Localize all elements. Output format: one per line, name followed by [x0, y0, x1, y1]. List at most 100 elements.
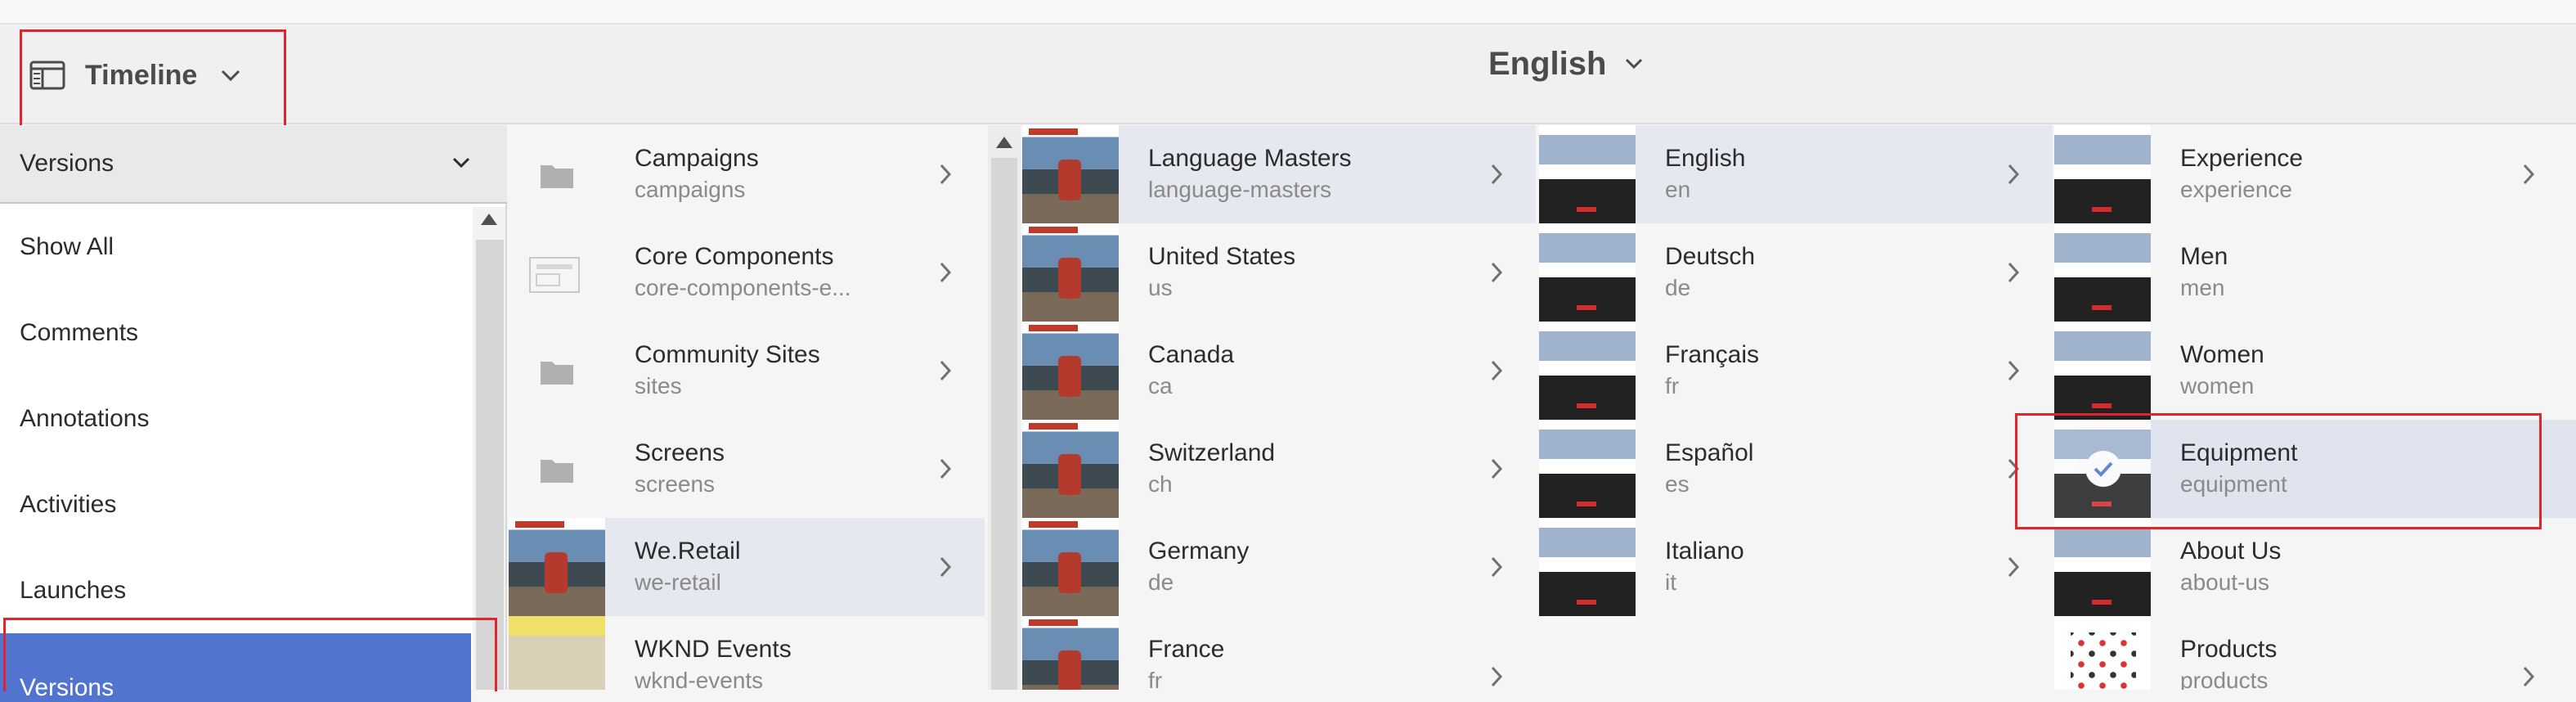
page-thumbnail: [1539, 223, 1636, 322]
list-item-francais[interactable]: Français fr: [1539, 322, 2053, 420]
chevron-right-icon[interactable]: [1490, 163, 1503, 186]
page-thumbnail: [1022, 420, 1119, 518]
chevron-down-icon: [1626, 58, 1643, 70]
chevron-right-icon[interactable]: [939, 359, 952, 382]
list-item-language-masters[interactable]: Language Masters language-masters: [1022, 125, 1536, 223]
folder-icon: [541, 165, 573, 188]
page-thumbnail: [1022, 322, 1119, 420]
chevron-right-icon[interactable]: [1490, 359, 1503, 382]
page-thumbnail: [2054, 125, 2151, 223]
list-item-united-states[interactable]: United States us: [1022, 223, 1536, 322]
item-title: Community Sites: [635, 341, 820, 368]
list-item-core-components[interactable]: Core Components core-components-e...: [509, 223, 985, 322]
highlight-timeline: [20, 29, 286, 131]
list-item-switzerland[interactable]: Switzerland ch: [1022, 420, 1536, 518]
chevron-right-icon[interactable]: [939, 261, 952, 284]
item-title: Español: [1665, 439, 1754, 466]
item-name: ca: [1148, 373, 1173, 398]
list-item-deutsch[interactable]: Deutsch de: [1539, 223, 2053, 322]
item-title: Français: [1665, 341, 1760, 368]
item-name: experience: [2180, 177, 2292, 202]
item-name: us: [1148, 275, 1173, 300]
list-item-women[interactable]: Women women: [2054, 322, 2576, 420]
scrollbar-thumb[interactable]: [991, 158, 1017, 690]
item-title: Switzerland: [1148, 439, 1276, 466]
item-name: screens: [635, 471, 716, 497]
chevron-right-icon[interactable]: [2522, 163, 2535, 186]
page-thumbnail: [1022, 616, 1119, 690]
column-sites: Campaigns campaigns Core Components core-c…: [509, 125, 985, 690]
item-name: women: [2180, 373, 2255, 398]
list-item-about-us[interactable]: About Us about-us: [2054, 518, 2576, 616]
item-title: Women: [2180, 341, 2264, 368]
list-item-community-sites[interactable]: Community Sites sites: [509, 322, 985, 420]
chevron-right-icon[interactable]: [2007, 261, 2020, 284]
page-thumbnail: [1022, 518, 1119, 616]
item-title: We.Retail: [635, 538, 741, 565]
folder-icon: [541, 362, 573, 385]
item-name: de: [1665, 275, 1691, 300]
chevron-right-icon[interactable]: [1490, 457, 1503, 480]
item-name: ch: [1148, 471, 1173, 497]
chevron-right-icon[interactable]: [1490, 665, 1503, 688]
list-item-wknd-events[interactable]: WKND Events wknd-events: [509, 616, 985, 690]
list-item-canada[interactable]: Canada ca: [1022, 322, 1536, 420]
item-title: Language Masters: [1148, 145, 1352, 172]
list-item-experience[interactable]: Experience experience: [2054, 125, 2576, 223]
item-name: men: [2180, 275, 2225, 300]
item-title: Canada: [1148, 341, 1235, 368]
page-thumbnail: [2054, 518, 2151, 616]
list-item-germany[interactable]: Germany de: [1022, 518, 1536, 616]
chevron-right-icon[interactable]: [939, 163, 952, 186]
filter-select-value: Versions: [20, 150, 114, 177]
language-title: English: [1488, 45, 1607, 82]
list-item-campaigns[interactable]: Campaigns campaigns: [509, 125, 985, 223]
list-item-men[interactable]: Men men: [2054, 223, 2576, 322]
chevron-down-icon: [452, 157, 470, 169]
list-item-screens[interactable]: Screens screens: [509, 420, 985, 518]
option-show-all[interactable]: Show All: [0, 204, 471, 290]
option-comments[interactable]: Comments: [0, 290, 471, 376]
filter-select[interactable]: Versions: [0, 125, 507, 204]
scroll-up-arrow-icon[interactable]: [481, 214, 497, 225]
item-title: Screens: [635, 439, 725, 466]
list-item-we-retail[interactable]: We.Retail we-retail: [509, 518, 985, 616]
chevron-right-icon[interactable]: [939, 457, 952, 480]
item-title: Men: [2180, 243, 2228, 270]
item-name: en: [1665, 177, 1691, 202]
column-pages: Experience experience Men men Women women E…: [2054, 125, 2576, 690]
column-scrollbar[interactable]: [988, 125, 1021, 690]
chevron-right-icon[interactable]: [1490, 261, 1503, 284]
item-name: fr: [1665, 373, 1680, 398]
scroll-up-arrow-icon[interactable]: [996, 137, 1012, 148]
page-thumbnail: [1539, 420, 1636, 518]
list-item-italiano[interactable]: Italiano it: [1539, 518, 2053, 616]
timeline-rail: Versions Show All Comments Annotations A…: [0, 125, 507, 702]
page-thumbnail: [1539, 125, 1636, 223]
item-name: campaigns: [635, 177, 746, 202]
chevron-right-icon[interactable]: [939, 556, 952, 578]
column-title-dropdown[interactable]: English: [1488, 39, 1644, 88]
page-thumbnail: [509, 616, 605, 690]
item-name: products: [2180, 668, 2269, 690]
option-annotations[interactable]: Annotations: [0, 376, 471, 461]
list-item-products[interactable]: Products products: [2054, 616, 2576, 690]
chevron-right-icon[interactable]: [1490, 556, 1503, 578]
page-thumbnail: [2054, 616, 2151, 690]
list-item-english[interactable]: English en: [1539, 125, 2053, 223]
item-name: wknd-events: [635, 668, 764, 690]
chevron-right-icon[interactable]: [2007, 359, 2020, 382]
item-title: English: [1665, 145, 1746, 172]
option-activities[interactable]: Activities: [0, 461, 471, 547]
chevron-right-icon[interactable]: [2007, 163, 2020, 186]
chevron-right-icon[interactable]: [2007, 556, 2020, 578]
item-name: about-us: [2180, 569, 2269, 595]
list-item-espanol[interactable]: Español es: [1539, 420, 2053, 518]
item-title: United States: [1148, 243, 1296, 270]
list-item-france[interactable]: France fr: [1022, 616, 1536, 690]
chevron-right-icon[interactable]: [2522, 665, 2535, 688]
item-name: language-masters: [1148, 177, 1332, 202]
components-icon: [529, 257, 580, 293]
item-title: Campaigns: [635, 145, 759, 172]
highlight-versions: [3, 618, 497, 691]
